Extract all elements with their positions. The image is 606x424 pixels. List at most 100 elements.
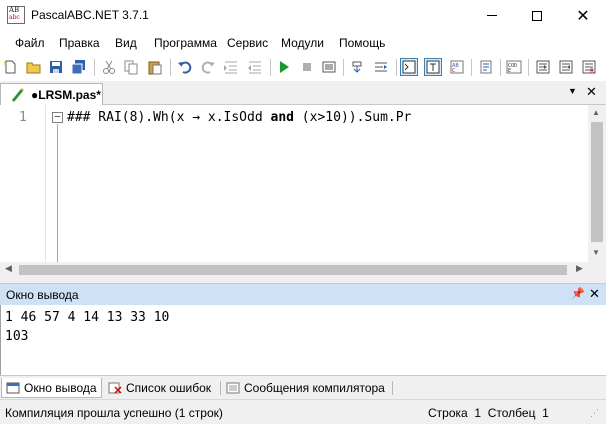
redo-icon bbox=[201, 61, 215, 74]
close-tab-icon[interactable]: ✕ bbox=[586, 84, 597, 100]
editor-vertical-scrollbar[interactable]: ▲ ▼ bbox=[588, 105, 606, 262]
svg-text:E: E bbox=[508, 68, 511, 74]
menu-modules[interactable]: Модули bbox=[281, 36, 324, 50]
output-line: 103 bbox=[5, 329, 29, 344]
cut-icon bbox=[103, 60, 115, 74]
menu-view[interactable]: Вид bbox=[115, 36, 137, 50]
scroll-up-icon[interactable]: ▲ bbox=[592, 108, 600, 117]
output-panel-title: Окно вывода bbox=[6, 288, 79, 302]
toolbar-separator bbox=[500, 59, 501, 76]
scroll-right-icon[interactable]: ▶ bbox=[576, 263, 583, 274]
paste-icon bbox=[148, 61, 162, 75]
menu-help[interactable]: Помощь bbox=[339, 36, 385, 50]
col-label: Столбец bbox=[487, 406, 536, 420]
step-out-button[interactable] bbox=[557, 58, 575, 76]
tab-separator bbox=[392, 381, 393, 395]
debug-step-button[interactable] bbox=[349, 58, 367, 76]
close-panel-icon[interactable]: ✕ bbox=[589, 286, 600, 302]
unindent-icon bbox=[248, 61, 261, 74]
app-icon-text-bottom: abc bbox=[9, 14, 20, 21]
output-window-icon bbox=[6, 382, 20, 394]
output-panel-header: Окно вывода 📌 ✕ bbox=[0, 283, 606, 305]
resize-grip-icon[interactable]: ⋰ bbox=[590, 408, 599, 419]
editor-tab-bar: ●LRSM.pas* ▼ ✕ bbox=[0, 81, 606, 105]
code-text: (x>10)).Sum.Pr bbox=[293, 110, 412, 125]
undo-button[interactable] bbox=[176, 58, 194, 76]
tab-lrsm[interactable]: ●LRSM.pas* bbox=[0, 83, 103, 105]
open-button[interactable] bbox=[25, 58, 43, 76]
pascal-file-icon bbox=[12, 88, 24, 102]
menu-edit[interactable]: Правка bbox=[59, 36, 100, 50]
window-title: PascalABC.NET 3.7.1 bbox=[31, 8, 149, 22]
menu-service[interactable]: Сервис bbox=[227, 36, 268, 50]
menu-file[interactable]: Файл bbox=[15, 36, 45, 50]
undo-icon bbox=[178, 61, 192, 74]
toolbar: AB C COD E R bbox=[0, 55, 606, 81]
paste-button[interactable] bbox=[146, 58, 164, 76]
tab-compiler-messages[interactable]: Сообщения компилятора bbox=[222, 378, 385, 398]
step-over-button[interactable] bbox=[372, 58, 390, 76]
toolbar-separator bbox=[528, 59, 529, 76]
tab-error-list[interactable]: Список ошибок bbox=[104, 378, 211, 398]
copy-button[interactable] bbox=[122, 58, 140, 76]
minimize-icon bbox=[487, 15, 497, 16]
scroll-left-icon[interactable]: ◀ bbox=[5, 263, 12, 274]
cut-button[interactable] bbox=[100, 58, 118, 76]
open-folder-icon bbox=[26, 62, 41, 74]
save-all-button[interactable] bbox=[70, 58, 88, 76]
stop-button[interactable] bbox=[298, 58, 316, 76]
indent-icon bbox=[224, 61, 237, 74]
copy-icon bbox=[124, 60, 138, 75]
code-template-button[interactable] bbox=[477, 58, 495, 76]
run-to-cursor-icon: R bbox=[582, 60, 596, 75]
scroll-thumb[interactable] bbox=[591, 122, 603, 242]
menu-bar: Файл Правка Вид Программа Сервис Модули … bbox=[0, 33, 606, 53]
compile-icon bbox=[322, 61, 336, 73]
text-output-toggle[interactable] bbox=[424, 58, 442, 76]
step-into-button[interactable] bbox=[534, 58, 552, 76]
code-template-icon bbox=[480, 60, 492, 74]
save-button[interactable] bbox=[47, 58, 65, 76]
editor-horizontal-scrollbar[interactable]: ◀ ▶ bbox=[0, 262, 588, 278]
scroll-thumb[interactable] bbox=[19, 265, 567, 275]
pin-icon[interactable]: 📌 bbox=[571, 287, 585, 300]
maximize-button[interactable] bbox=[514, 0, 560, 31]
new-file-button[interactable] bbox=[1, 58, 19, 76]
code-line: ### RAI(8).Wh(x → x.IsOdd and (x>10)).Su… bbox=[67, 110, 411, 125]
save-all-icon bbox=[71, 60, 85, 75]
output-window[interactable]: 1 46 57 4 14 13 33 10 103 bbox=[0, 305, 606, 375]
run-button[interactable] bbox=[275, 58, 293, 76]
stop-icon bbox=[303, 63, 311, 71]
compiler-messages-icon bbox=[226, 382, 240, 394]
run-icon bbox=[280, 61, 289, 73]
code-editor[interactable]: 1 − ### RAI(8).Wh(x → x.IsOdd and (x>10)… bbox=[0, 105, 588, 262]
row-value: 1 bbox=[474, 406, 482, 420]
run-to-cursor-button[interactable]: R bbox=[580, 58, 598, 76]
console-output-toggle[interactable] bbox=[400, 58, 418, 76]
toolbar-separator bbox=[471, 59, 472, 76]
tab-output-window[interactable]: Окно вывода bbox=[1, 378, 102, 398]
redo-button[interactable] bbox=[199, 58, 217, 76]
minimize-button[interactable] bbox=[469, 0, 515, 31]
app-icon-text-top: AB bbox=[9, 6, 20, 14]
save-icon bbox=[50, 61, 62, 73]
toolbar-separator bbox=[94, 59, 95, 76]
compile-button[interactable] bbox=[320, 58, 338, 76]
new-file-icon bbox=[3, 60, 16, 74]
close-window-button[interactable]: ✕ bbox=[560, 0, 606, 31]
scroll-down-icon[interactable]: ▼ bbox=[592, 248, 600, 257]
app-icon: AB abc bbox=[7, 6, 25, 24]
fold-toggle-icon[interactable]: − bbox=[52, 112, 63, 123]
menu-program[interactable]: Программа bbox=[154, 36, 217, 50]
fold-guide-line bbox=[57, 124, 58, 262]
line-number: 1 bbox=[19, 110, 27, 125]
format-icon: ABC bbox=[450, 60, 464, 74]
tab-list-dropdown-icon[interactable]: ▼ bbox=[568, 86, 577, 96]
error-list-icon bbox=[108, 382, 122, 394]
bottom-tab-bar: Окно вывода Список ошибок Сообщения комп… bbox=[0, 375, 606, 399]
code-button[interactable]: COD E bbox=[505, 58, 523, 76]
unindent-button[interactable] bbox=[246, 58, 264, 76]
code-text: ### RAI(8).Wh(x → x.IsOdd bbox=[67, 110, 271, 125]
indent-button[interactable] bbox=[222, 58, 240, 76]
format-button[interactable]: AB C bbox=[448, 58, 466, 76]
